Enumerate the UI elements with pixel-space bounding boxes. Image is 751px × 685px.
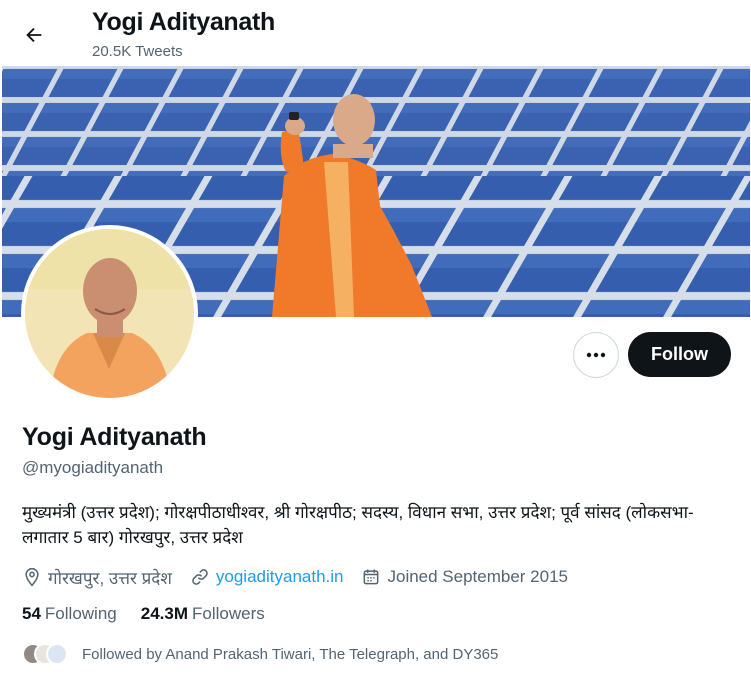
profile-website[interactable]: yogiadityanath.in [190, 567, 344, 587]
followed-by-text: Followed by Anand Prakash Tiwari, The Te… [82, 645, 499, 663]
follower-avatar [46, 643, 68, 665]
back-button[interactable] [16, 17, 52, 53]
profile-stats: 54 Following 24.3M Followers [22, 604, 289, 624]
follow-button[interactable]: Follow [628, 332, 731, 377]
profile-meta: गोरखपुर, उत्तर प्रदेश yogiadityanath.in … [22, 564, 586, 590]
following-label: Following [44, 604, 117, 623]
more-dots-icon [586, 352, 606, 358]
followed-by[interactable]: Followed by Anand Prakash Tiwari, The Te… [22, 643, 498, 665]
profile-avatar[interactable] [21, 225, 198, 402]
location-pin-icon [25, 567, 39, 587]
profile-location: गोरखपुर, उत्तर प्रदेश [22, 566, 172, 589]
header-title: Yogi Adityanath [92, 8, 276, 36]
location-text: गोरखपुर, उत्तर प्रदेश [48, 568, 172, 588]
calendar-icon [364, 569, 379, 585]
followers-label: Followers [191, 604, 265, 623]
profile-joined: Joined September 2015 [361, 567, 568, 587]
tweet-count: 20.5K Tweets [92, 43, 183, 60]
followed-by-avatars [22, 643, 68, 665]
arrow-left-icon [26, 27, 42, 43]
profile-name: Yogi Adityanath [22, 423, 207, 451]
profile-bio: मुख्यमंत्री (उत्तर प्रदेश); गोरक्षपीठाधी… [22, 503, 694, 547]
following-link[interactable]: 54 Following [22, 604, 117, 624]
more-options-button[interactable] [573, 332, 619, 378]
followers-link[interactable]: 24.3M Followers [141, 604, 265, 624]
joined-text: Joined September 2015 [387, 567, 569, 586]
profile-header: Yogi Adityanath 20.5K Tweets [0, 0, 751, 66]
following-count: 54 [22, 604, 41, 623]
followers-count: 24.3M [140, 604, 188, 623]
link-icon [192, 569, 208, 585]
profile-handle: @myogiadityanath [22, 458, 164, 477]
website-link[interactable]: yogiadityanath.in [216, 567, 344, 587]
